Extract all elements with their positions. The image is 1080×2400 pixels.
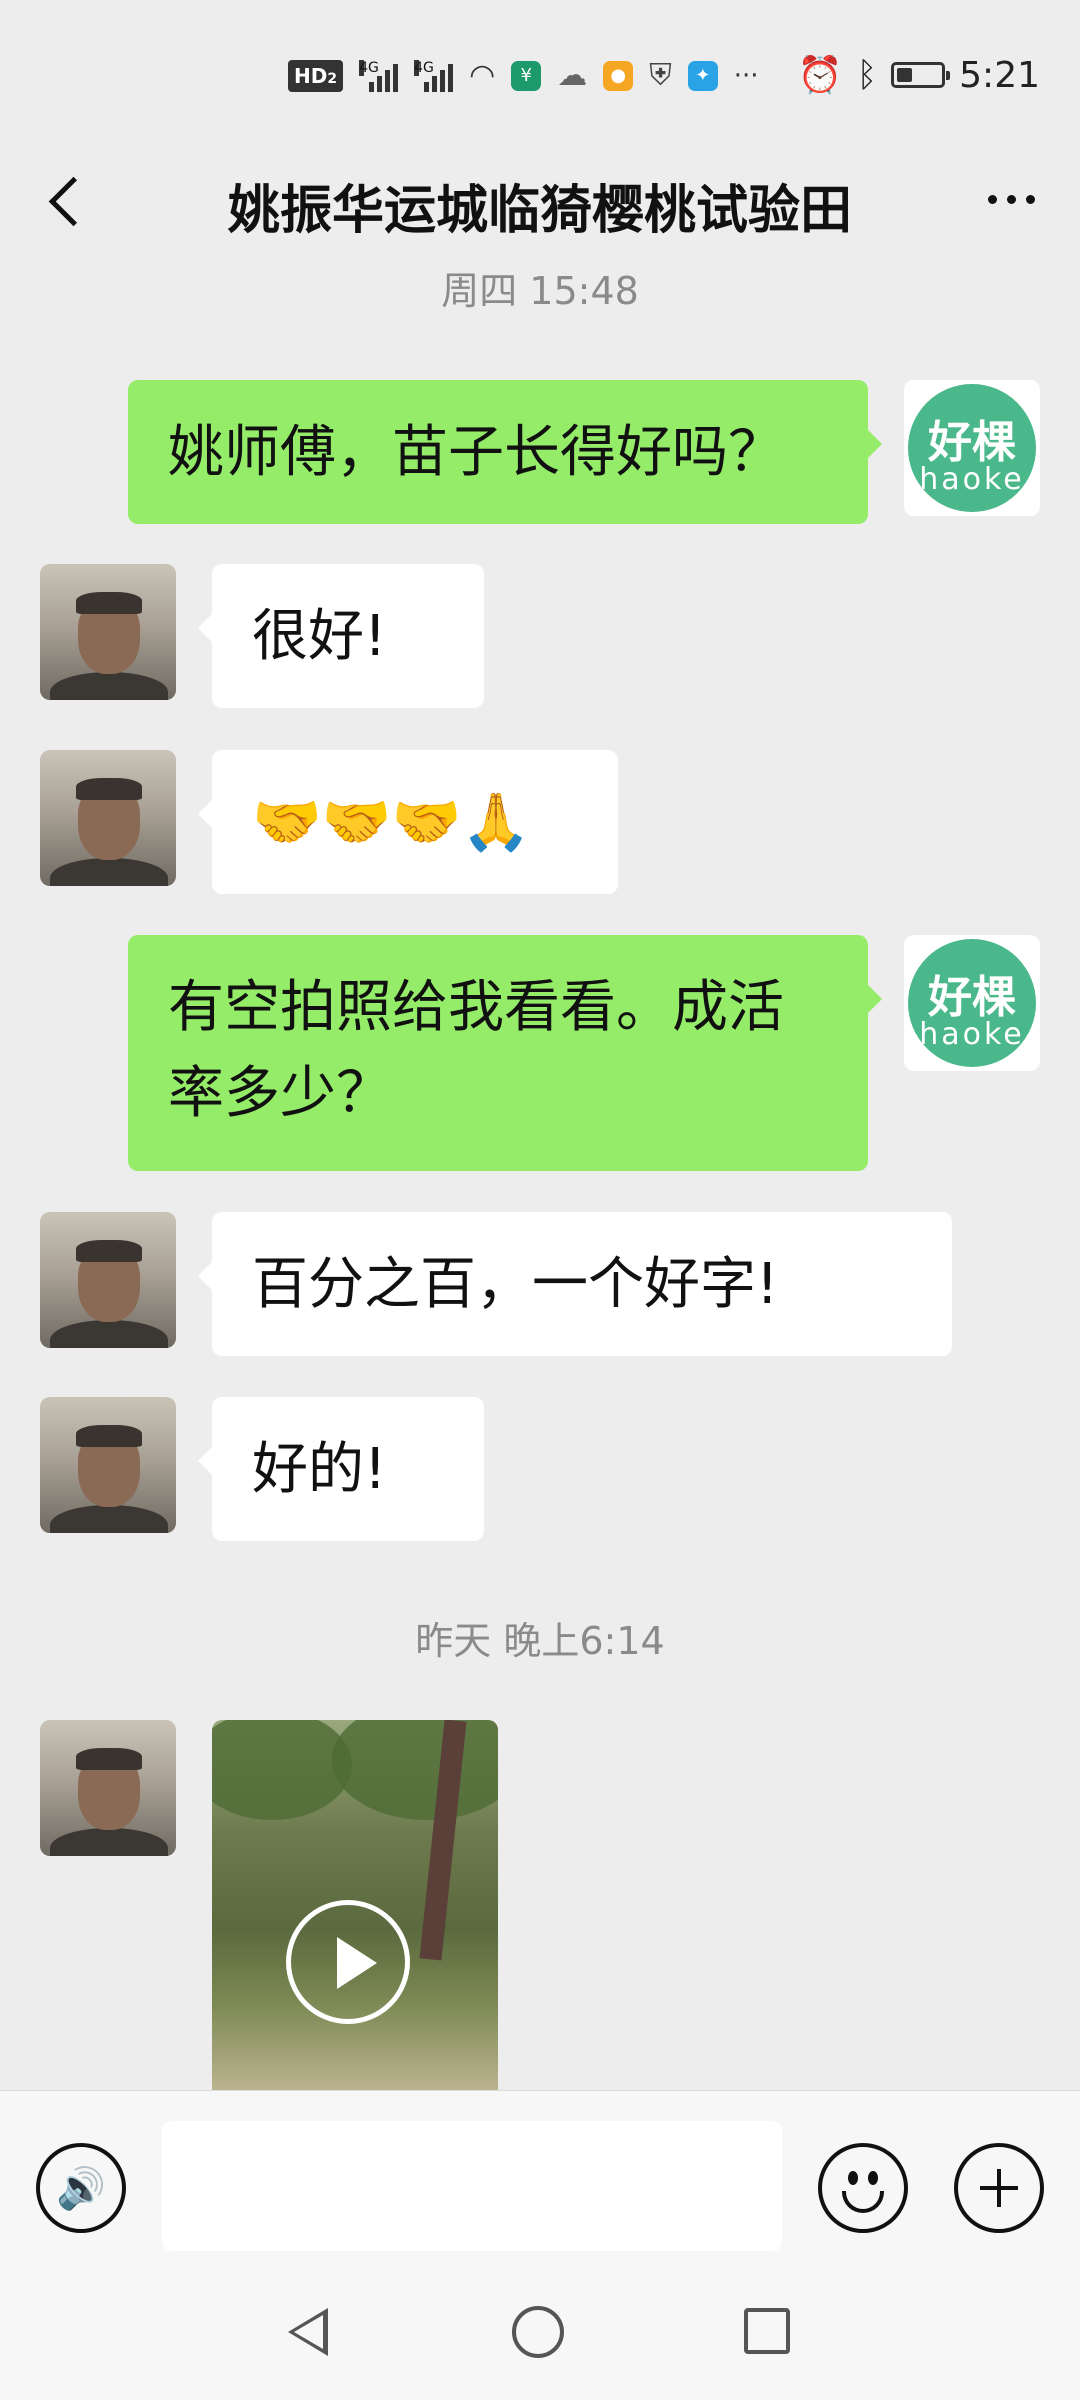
timestamp: 昨天 晚上6:14 <box>415 1619 665 1663</box>
status-left-icons: HD2 4G 4G ◠ ¥ ☁ ● ⛨ ✦ ··· <box>288 58 759 93</box>
message-bubble-incoming[interactable]: 好的! <box>198 1397 484 1541</box>
signal-icon-1: 4G <box>359 59 399 92</box>
contact-avatar[interactable] <box>40 1212 176 1348</box>
signal-icon-2: 4G <box>414 59 454 92</box>
bank-app-icon: ¥ <box>511 60 542 91</box>
chat-title: 姚振华运城临猗樱桃试验田 <box>227 181 852 241</box>
nav-recent-apps-icon[interactable] <box>744 2308 790 2354</box>
contact-avatar[interactable] <box>40 564 176 700</box>
shield-icon: ⛨ <box>649 58 672 93</box>
more-notifications-icon: ··· <box>733 60 759 91</box>
status-bar: HD2 4G 4G ◠ ¥ ☁ ● ⛨ ✦ ··· ⏰ ᛒ 5:21 <box>0 0 1080 140</box>
bulb-app-icon: ✦ <box>687 60 718 91</box>
plus-icon[interactable] <box>954 2143 1044 2233</box>
nav-home-icon[interactable] <box>512 2306 564 2358</box>
battery-icon <box>891 62 951 88</box>
emoji-icon[interactable] <box>818 2143 908 2233</box>
orange-app-icon: ● <box>603 60 634 91</box>
my-avatar[interactable]: 好棵 haoke <box>904 380 1040 516</box>
chat-area[interactable]: 周四 15:48 好棵 haoke 姚师傅，苗子长得好吗？ 很好! 🤝🤝🤝🙏 好棵… <box>0 270 1080 2090</box>
message-bubble-incoming[interactable]: 很好! <box>198 564 484 708</box>
message-bubble-outgoing[interactable]: 有空拍照给我看看。成活率多少？ <box>128 935 882 1171</box>
contact-avatar[interactable] <box>40 750 176 886</box>
my-avatar[interactable]: 好棵 haoke <box>904 935 1040 1071</box>
contact-avatar[interactable] <box>40 1720 176 1856</box>
alarm-icon: ⏰ <box>797 55 843 96</box>
play-icon[interactable] <box>286 1900 410 2024</box>
hd-voice-icon: HD2 <box>288 59 344 92</box>
video-message[interactable] <box>212 1720 498 2090</box>
timestamp: 周四 15:48 <box>441 270 639 313</box>
message-bubble-incoming[interactable]: 百分之百，一个好字! <box>198 1212 952 1356</box>
more-options-icon[interactable] <box>976 184 1046 214</box>
battery-level <box>897 68 912 82</box>
back-arrow-icon[interactable] <box>40 172 100 232</box>
message-input[interactable] <box>162 2121 782 2251</box>
nav-back-icon[interactable] <box>288 2308 328 2356</box>
chat-header: 姚振华运城临猗樱桃试验田 <box>0 140 1080 270</box>
clock: 5:21 <box>959 54 1040 96</box>
wifi-icon: ◠ <box>469 58 496 93</box>
contact-avatar[interactable] <box>40 1397 176 1533</box>
message-bubble-incoming[interactable]: 🤝🤝🤝🙏 <box>198 750 618 894</box>
system-nav-bar <box>0 2260 1080 2400</box>
status-right-icons: ⏰ ᛒ 5:21 <box>797 54 1040 97</box>
cloud-icon: ☁ <box>557 58 588 93</box>
input-bar: 🔊 <box>0 2090 1080 2261</box>
bluetooth-icon: ᛒ <box>856 55 878 95</box>
voice-input-icon[interactable]: 🔊 <box>36 2143 126 2233</box>
message-bubble-outgoing[interactable]: 姚师傅，苗子长得好吗？ <box>128 380 882 524</box>
